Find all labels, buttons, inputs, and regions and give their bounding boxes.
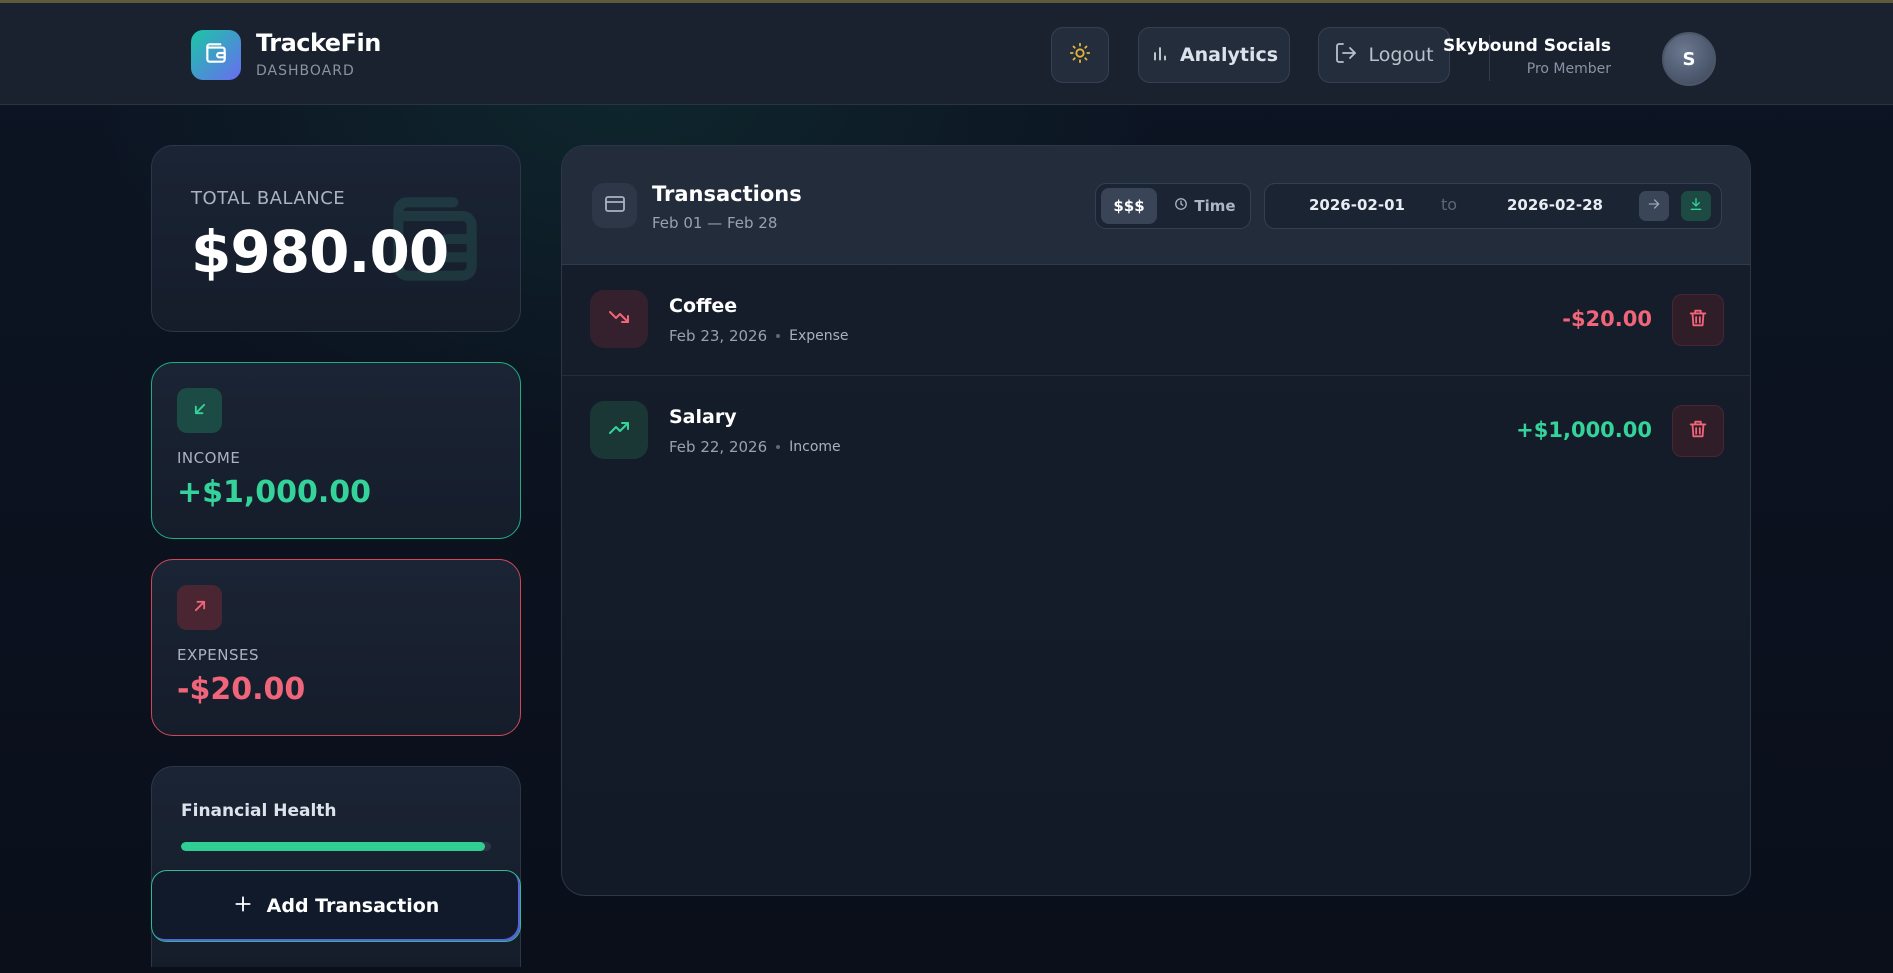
date-to-separator: to (1441, 195, 1458, 214)
meta-separator (776, 445, 781, 449)
transactions-header: Transactions Feb 01 — Feb 28 $$$ Time 20… (562, 146, 1750, 265)
transaction-category: Expense (789, 328, 849, 344)
transaction-icon-box (590, 290, 648, 348)
total-balance-label: TOTAL BALANCE (191, 188, 346, 209)
financial-health-title: Financial Health (181, 801, 337, 821)
sun-icon (1069, 42, 1091, 69)
add-transaction-button[interactable]: Add Transaction (151, 870, 521, 942)
transaction-date: Feb 23, 2026 (669, 327, 768, 345)
transactions-icon-box (592, 183, 637, 228)
transaction-meta: Feb 23, 2026 Expense (669, 327, 849, 345)
theme-toggle-button[interactable] (1051, 27, 1109, 83)
analytics-button[interactable]: Analytics (1138, 27, 1290, 83)
transactions-panel: Transactions Feb 01 — Feb 28 $$$ Time 20… (561, 145, 1751, 896)
wallet-icon (203, 40, 229, 70)
transaction-row[interactable]: Coffee Feb 23, 2026 Expense -$20.00 (562, 265, 1750, 376)
expense-icon-box (177, 585, 222, 630)
clock-icon (1174, 197, 1188, 215)
arrow-up-right-icon (190, 596, 210, 620)
bar-chart-icon (1150, 43, 1170, 68)
app-logo (191, 30, 241, 80)
income-icon-box (177, 388, 222, 433)
logout-label: Logout (1368, 44, 1434, 66)
sort-by-time-label: Time (1194, 197, 1236, 215)
transaction-date: Feb 22, 2026 (669, 438, 768, 456)
app-header: TrackeFin DASHBOARD Analytics Logout Sky… (0, 3, 1893, 105)
delete-transaction-button[interactable] (1672, 405, 1724, 457)
expenses-label: EXPENSES (177, 646, 260, 664)
user-name: Skybound Socials (1442, 36, 1611, 56)
total-balance-value: $980.00 (191, 218, 449, 286)
income-value: +$1,000.00 (177, 475, 372, 510)
transaction-meta: Feb 22, 2026 Income (669, 438, 841, 456)
financial-health-bar (181, 842, 491, 851)
sort-toggle: $$$ Time (1095, 183, 1251, 229)
analytics-label: Analytics (1179, 44, 1279, 66)
sort-by-time-button[interactable]: Time (1170, 188, 1240, 224)
delete-transaction-button[interactable] (1672, 294, 1724, 346)
arrow-right-icon (1646, 196, 1662, 216)
date-to-input[interactable]: 2026-02-28 (1507, 196, 1603, 214)
plus-icon (233, 894, 253, 919)
transaction-row[interactable]: Salary Feb 22, 2026 Income +$1,000.00 (562, 376, 1750, 486)
transaction-name: Salary (669, 406, 737, 428)
add-transaction-label: Add Transaction (266, 895, 440, 917)
transaction-name: Coffee (669, 295, 738, 317)
download-button[interactable] (1681, 191, 1711, 221)
meta-separator (776, 334, 781, 338)
date-from-input[interactable]: 2026-02-01 (1309, 196, 1405, 214)
expenses-card: EXPENSES -$20.00 (151, 559, 521, 736)
trending-up-icon (607, 416, 631, 444)
arrow-down-left-icon (190, 399, 210, 423)
avatar[interactable]: S (1662, 32, 1716, 86)
logout-button[interactable]: Logout (1318, 27, 1450, 83)
credit-card-icon (603, 192, 627, 220)
apply-date-button[interactable] (1639, 191, 1669, 221)
transactions-title: Transactions (652, 182, 802, 206)
app-name: TrackeFin (256, 29, 381, 57)
trash-icon (1687, 307, 1709, 333)
app-section-label: DASHBOARD (256, 63, 355, 79)
income-card: INCOME +$1,000.00 (151, 362, 521, 539)
transaction-amount: -$20.00 (1562, 307, 1652, 331)
transactions-date-range: Feb 01 — Feb 28 (652, 214, 778, 232)
logout-icon (1334, 41, 1358, 70)
trending-down-icon (607, 305, 631, 333)
transaction-icon-box (590, 401, 648, 459)
income-label: INCOME (177, 449, 241, 467)
financial-health-fill (181, 842, 485, 851)
transaction-category: Income (789, 439, 841, 455)
trash-icon (1687, 418, 1709, 444)
transaction-amount: +$1,000.00 (1516, 418, 1652, 442)
user-role: Pro Member (1526, 61, 1611, 77)
sort-by-amount-button[interactable]: $$$ (1101, 188, 1157, 224)
total-balance-card: TOTAL BALANCE $980.00 (151, 145, 521, 332)
expenses-value: -$20.00 (177, 672, 306, 707)
download-icon (1688, 196, 1704, 216)
date-range-filter: 2026-02-01 to 2026-02-28 (1264, 183, 1722, 229)
